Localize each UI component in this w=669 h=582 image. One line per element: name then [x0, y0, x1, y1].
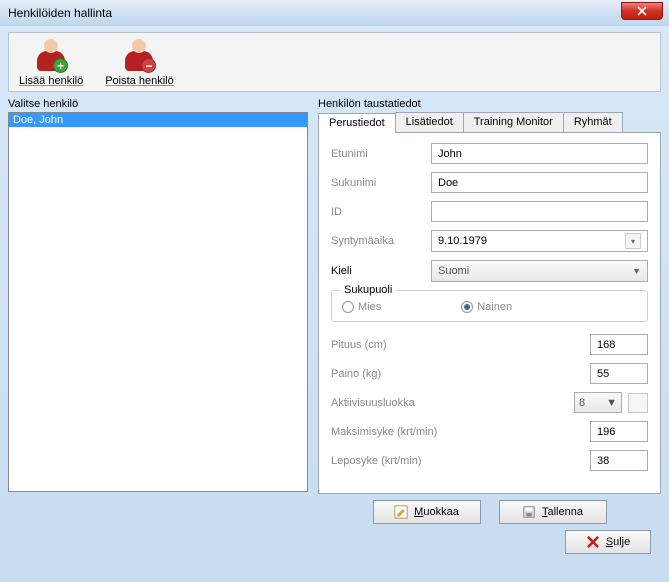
close-button-label: Sulje: [606, 536, 630, 548]
add-person-button[interactable]: + Lisää henkilö: [19, 39, 83, 87]
label-etunimi: Etunimi: [331, 148, 431, 160]
toolbar: + Lisää henkilö − Poista henkilö: [8, 32, 661, 92]
input-maksimisyke[interactable]: [590, 421, 648, 442]
tab-lisatiedot[interactable]: Lisätiedot: [395, 112, 464, 132]
save-button[interactable]: Tallenna: [499, 500, 607, 524]
combo-aktiivisuus[interactable]: 8 ▼: [574, 392, 622, 413]
titlebar: Henkilöiden hallinta: [0, 0, 669, 26]
input-leposyke[interactable]: [590, 450, 648, 471]
combo-kieli-value: Suomi: [438, 265, 469, 277]
tabs: Perustiedot Lisätiedot Training Monitor …: [318, 112, 661, 132]
date-value: 9.10.1979: [438, 235, 487, 247]
label-id: ID: [331, 206, 431, 218]
window-title: Henkilöiden hallinta: [8, 6, 112, 20]
details-label: Henkilön taustatiedot: [318, 98, 661, 110]
add-person-label: Lisää henkilö: [19, 75, 83, 87]
edit-button-label: Muokkaa: [414, 506, 459, 518]
radio-mies[interactable]: Mies: [342, 301, 381, 313]
input-syntymaaika[interactable]: 9.10.1979 ▾: [431, 230, 648, 252]
person-add-icon: +: [34, 39, 68, 73]
tab-training-monitor[interactable]: Training Monitor: [463, 112, 564, 132]
radio-nainen[interactable]: Nainen: [461, 301, 512, 313]
label-aktiivisuus: Aktiivisuusluokka: [331, 397, 574, 409]
input-paino[interactable]: [590, 363, 648, 384]
edit-button[interactable]: Muokkaa: [373, 500, 481, 524]
input-id[interactable]: [431, 201, 648, 222]
input-etunimi[interactable]: [431, 143, 648, 164]
remove-person-button[interactable]: − Poista henkilö: [105, 39, 174, 87]
tab-ryhmat[interactable]: Ryhmät: [563, 112, 623, 132]
date-picker-icon[interactable]: ▾: [625, 233, 641, 249]
person-list-label: Valitse henkilö: [8, 98, 308, 110]
save-icon: [522, 505, 536, 519]
window-content: + Lisää henkilö − Poista henkilö Valitse…: [0, 26, 669, 560]
label-pituus: Pituus (cm): [331, 339, 590, 351]
legend-sukupuoli: Sukupuoli: [340, 284, 396, 296]
label-syntymaaika: Syntymäaika: [331, 235, 431, 247]
input-sukunimi[interactable]: [431, 172, 648, 193]
radio-dot-mies: [342, 301, 354, 313]
input-pituus[interactable]: [590, 334, 648, 355]
close-icon: [586, 535, 600, 549]
label-maksimisyke: Maksimisyke (krt/min): [331, 426, 590, 438]
label-kieli: Kieli: [331, 265, 431, 277]
edit-icon: [394, 505, 408, 519]
remove-person-label: Poista henkilö: [105, 75, 174, 87]
tab-body: Etunimi Sukunimi ID Syntymäaika 9.10.197…: [318, 132, 661, 494]
list-item[interactable]: Doe, John: [9, 113, 307, 127]
radio-label-nainen: Nainen: [477, 301, 512, 313]
label-sukunimi: Sukunimi: [331, 177, 431, 189]
close-button[interactable]: Sulje: [565, 530, 651, 554]
combo-aktiivisuus-value: 8: [579, 397, 585, 409]
chevron-down-icon: ▼: [632, 266, 641, 276]
person-listbox[interactable]: Doe, John: [8, 112, 308, 492]
save-button-label: Tallenna: [542, 506, 583, 518]
window-close-button[interactable]: [621, 2, 663, 20]
tab-perustiedot[interactable]: Perustiedot: [318, 113, 396, 133]
label-leposyke: Leposyke (krt/min): [331, 455, 590, 467]
chevron-down-icon: ▼: [606, 397, 617, 409]
fieldset-sukupuoli: Sukupuoli Mies Nainen: [331, 290, 648, 322]
radio-label-mies: Mies: [358, 301, 381, 313]
person-remove-icon: −: [122, 39, 156, 73]
label-paino: Paino (kg): [331, 368, 590, 380]
combo-kieli[interactable]: Suomi ▼: [431, 260, 648, 282]
aktiivisuus-extra-box[interactable]: [628, 393, 648, 413]
radio-dot-nainen: [461, 301, 473, 313]
